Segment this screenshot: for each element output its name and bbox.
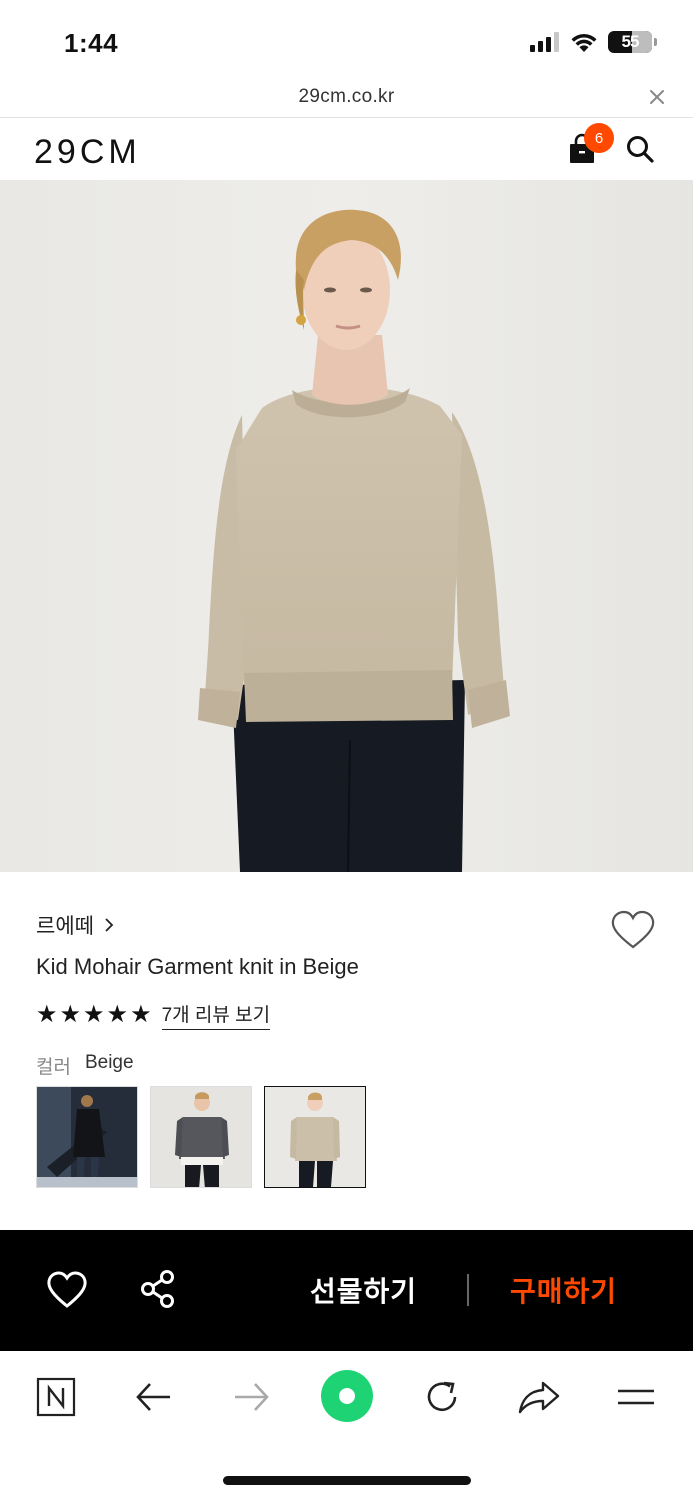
product-name: Kid Mohair Garment knit in Beige: [36, 954, 359, 979]
star-icon: ★: [106, 1001, 129, 1028]
cellular-signal-icon: [530, 32, 559, 52]
logo[interactable]: 29CM: [34, 133, 141, 172]
status-time: 1:44: [64, 28, 119, 58]
model-photo-illustration: [0, 180, 693, 872]
color-label: 컬러: [36, 1057, 71, 1078]
star-icon: ★: [59, 1001, 82, 1028]
swatch-charcoal[interactable]: [150, 1086, 252, 1188]
home-indicator[interactable]: [223, 1476, 471, 1485]
review-link[interactable]: 7개 리뷰 보기: [161, 1000, 271, 1030]
wifi-icon: [571, 33, 597, 52]
status-icons: 55: [530, 31, 657, 53]
star-icon: ★: [36, 1001, 58, 1028]
star-icon: ★: [83, 1001, 105, 1028]
battery-level: 55: [621, 32, 640, 51]
share-arrow-icon[interactable]: [515, 1373, 563, 1421]
action-divider: [467, 1274, 469, 1306]
star-icon: ★: [130, 1001, 152, 1028]
url-bar[interactable]: 29cm.co.kr: [0, 86, 693, 118]
search-icon[interactable]: [624, 133, 656, 165]
battery-tip: [654, 38, 657, 46]
close-icon[interactable]: [647, 87, 667, 107]
swatch-beige[interactable]: [264, 1086, 366, 1188]
wishlist-heart-icon[interactable]: [610, 910, 656, 950]
brand-name: 르에떼: [36, 915, 94, 938]
status-bar: 1:44 55: [0, 0, 693, 86]
back-arrow-icon[interactable]: [130, 1373, 178, 1421]
color-row: 컬러 Beige: [36, 1052, 134, 1079]
color-value: Beige: [84, 1052, 134, 1073]
heart-icon[interactable]: [46, 1271, 88, 1309]
swatch-black[interactable]: [36, 1086, 138, 1188]
buy-button[interactable]: 구매하기: [510, 1270, 617, 1310]
forward-arrow-icon[interactable]: [227, 1373, 275, 1421]
green-dot-icon[interactable]: [320, 1369, 374, 1423]
menu-icon[interactable]: [612, 1373, 660, 1421]
chevron-right-icon: [105, 918, 114, 932]
share-icon[interactable]: [138, 1269, 178, 1309]
gift-button[interactable]: 선물하기: [310, 1270, 417, 1310]
naver-n-icon[interactable]: [32, 1373, 80, 1421]
purchase-action-bar: 선물하기 구매하기: [0, 1230, 693, 1351]
reload-icon[interactable]: [418, 1373, 466, 1421]
product-main-image[interactable]: [0, 180, 693, 872]
rating-row: ★ ★ ★ ★ ★ 7개 리뷰 보기: [36, 1000, 271, 1030]
url-text[interactable]: 29cm.co.kr: [0, 86, 693, 108]
browser-toolbar: [0, 1351, 693, 1441]
color-swatches: [36, 1086, 366, 1188]
battery-icon: 55: [608, 31, 652, 53]
cart-count-badge: 6: [584, 123, 614, 153]
rating-stars: ★ ★ ★ ★ ★: [36, 1003, 152, 1027]
brand-link[interactable]: 르에떼: [36, 910, 114, 940]
